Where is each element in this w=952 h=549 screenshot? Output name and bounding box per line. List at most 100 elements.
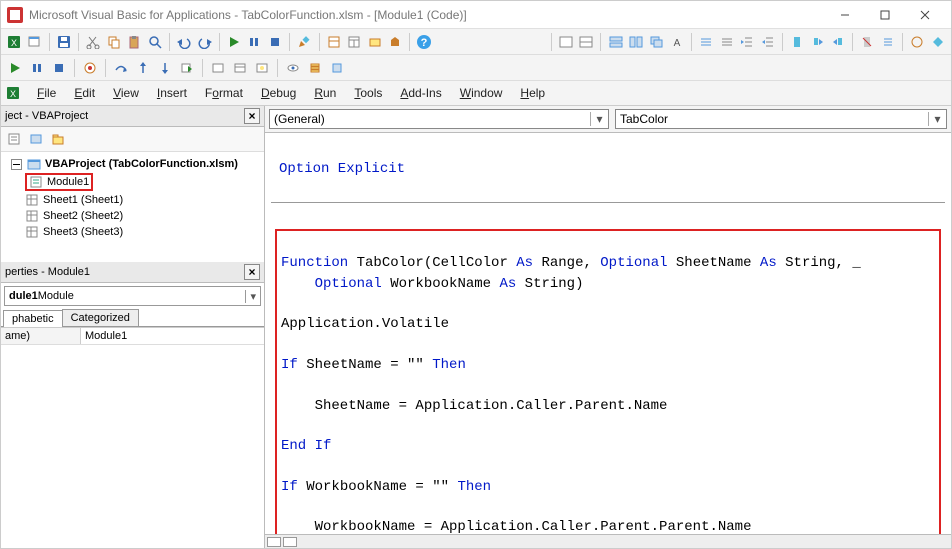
menu-edit[interactable]: Edit: [66, 84, 103, 102]
procedure-view-tab[interactable]: [267, 537, 281, 547]
extra-3-icon[interactable]: [928, 32, 946, 52]
undo-icon[interactable]: [175, 32, 193, 52]
minus-icon[interactable]: [9, 157, 23, 171]
stop-icon[interactable]: [49, 58, 69, 78]
help-icon[interactable]: ?: [415, 32, 433, 52]
comment-block-icon[interactable]: [697, 32, 715, 52]
worksheet-icon: [25, 209, 39, 223]
quick-watch-icon[interactable]: [283, 58, 303, 78]
view-object-icon[interactable]: [27, 130, 45, 148]
tree-sheet1[interactable]: Sheet1 (Sheet1): [23, 192, 262, 208]
properties-object-selector[interactable]: dule1 Module ▾: [4, 286, 261, 306]
view-code-icon[interactable]: [5, 130, 23, 148]
watch-window-icon[interactable]: [252, 58, 272, 78]
module-icon: [29, 175, 43, 189]
project-tree[interactable]: VBAProject (TabColorFunction.xlsm) Modul…: [1, 152, 264, 262]
tree-sheet3[interactable]: Sheet3 (Sheet3): [23, 224, 262, 240]
step-over-icon[interactable]: [111, 58, 131, 78]
call-stack-icon[interactable]: [305, 58, 325, 78]
properties-close[interactable]: ×: [244, 264, 260, 280]
codewin-icon[interactable]: [557, 32, 575, 52]
procedure-dropdown[interactable]: TabColor ▾: [615, 109, 947, 129]
code-text: As: [499, 276, 516, 292]
prop-name-label: ame): [1, 328, 81, 344]
full-module-view-tab[interactable]: [283, 537, 297, 547]
menu-run[interactable]: Run: [306, 84, 344, 102]
menu-debug[interactable]: Debug: [253, 84, 304, 102]
menu-addins[interactable]: Add-Ins: [392, 84, 449, 102]
arrange-vert-icon[interactable]: [627, 32, 645, 52]
arrange-horiz-icon[interactable]: [606, 32, 624, 52]
object-browser-icon[interactable]: [365, 32, 383, 52]
outdent-icon[interactable]: [758, 32, 776, 52]
project-explorer-icon[interactable]: [324, 32, 342, 52]
project-explorer-close[interactable]: ×: [244, 108, 260, 124]
tree-project-root[interactable]: VBAProject (TabColorFunction.xlsm): [3, 156, 262, 172]
indent-icon[interactable]: [738, 32, 756, 52]
run-icon[interactable]: [225, 32, 243, 52]
toolbox-icon[interactable]: [386, 32, 404, 52]
zoom-toggle-icon[interactable]: A: [668, 32, 686, 52]
immediate-window-icon[interactable]: [230, 58, 250, 78]
menu-insert[interactable]: Insert: [149, 84, 195, 102]
menu-format[interactable]: Format: [197, 84, 251, 102]
prev-bookmark-icon[interactable]: [829, 32, 847, 52]
run-to-cursor-icon[interactable]: [177, 58, 197, 78]
code-text: Function: [281, 255, 348, 271]
menu-view[interactable]: View: [105, 84, 147, 102]
tree-module1[interactable]: Module1: [23, 172, 262, 192]
toggle-folders-icon[interactable]: [49, 130, 67, 148]
close-button[interactable]: [905, 4, 945, 26]
prop-row-name[interactable]: ame) Module1: [1, 328, 264, 345]
paste-icon[interactable]: [125, 32, 143, 52]
chevron-down-icon[interactable]: ▾: [928, 112, 942, 126]
code-text: Then: [432, 357, 466, 373]
prop-name-value[interactable]: Module1: [81, 328, 264, 344]
insert-userform-icon[interactable]: [25, 32, 43, 52]
clear-bookmarks-icon[interactable]: [858, 32, 876, 52]
design-mode-icon[interactable]: [295, 32, 313, 52]
copy-icon[interactable]: [105, 32, 123, 52]
menu-file[interactable]: File: [29, 84, 64, 102]
reset-icon[interactable]: [266, 32, 284, 52]
find-icon[interactable]: [146, 32, 164, 52]
redo-icon[interactable]: [195, 32, 213, 52]
step-out-icon[interactable]: [133, 58, 153, 78]
menu-window[interactable]: Window: [452, 84, 511, 102]
locals-window-icon[interactable]: [208, 58, 228, 78]
properties-window-icon[interactable]: [345, 32, 363, 52]
cut-icon[interactable]: [84, 32, 102, 52]
step-in-icon[interactable]: [155, 58, 175, 78]
minimize-button[interactable]: [825, 4, 865, 26]
toggle-breakpoint-icon[interactable]: [80, 58, 100, 78]
code-text: String, _: [777, 255, 861, 271]
next-bookmark-icon[interactable]: [808, 32, 826, 52]
maximize-button[interactable]: [865, 4, 905, 26]
menu-bar: X File Edit View Insert Format Debug Run…: [1, 81, 951, 106]
chevron-down-icon[interactable]: ▾: [590, 112, 604, 126]
save-icon[interactable]: [55, 32, 73, 52]
extra-2-icon[interactable]: [908, 32, 926, 52]
code-editor[interactable]: Option Explicit Function TabColor(CellCo…: [265, 133, 951, 534]
tab-categorized[interactable]: Categorized: [62, 309, 139, 326]
step-into-icon[interactable]: [5, 58, 25, 78]
extra-1-icon[interactable]: [879, 32, 897, 52]
chevron-down-icon[interactable]: ▾: [245, 290, 256, 303]
code-text: If: [281, 357, 298, 373]
break-icon[interactable]: [245, 32, 263, 52]
code-text: Range,: [533, 255, 600, 271]
menu-tools[interactable]: Tools: [346, 84, 390, 102]
tree-sheet2[interactable]: Sheet2 (Sheet2): [23, 208, 262, 224]
tab-alphabetic[interactable]: phabetic: [3, 310, 63, 327]
object-dropdown[interactable]: (General) ▾: [269, 109, 609, 129]
compile-icon[interactable]: [327, 58, 347, 78]
view-excel-icon[interactable]: X: [5, 32, 23, 52]
uncomment-block-icon[interactable]: [718, 32, 736, 52]
split-icon[interactable]: [577, 32, 595, 52]
bookmark-icon[interactable]: [788, 32, 806, 52]
code-text: Application.Volatile: [281, 316, 449, 332]
break-all-icon[interactable]: [27, 58, 47, 78]
menu-help[interactable]: Help: [512, 84, 553, 102]
cascade-icon[interactable]: [647, 32, 665, 52]
svg-text:A: A: [674, 38, 681, 49]
